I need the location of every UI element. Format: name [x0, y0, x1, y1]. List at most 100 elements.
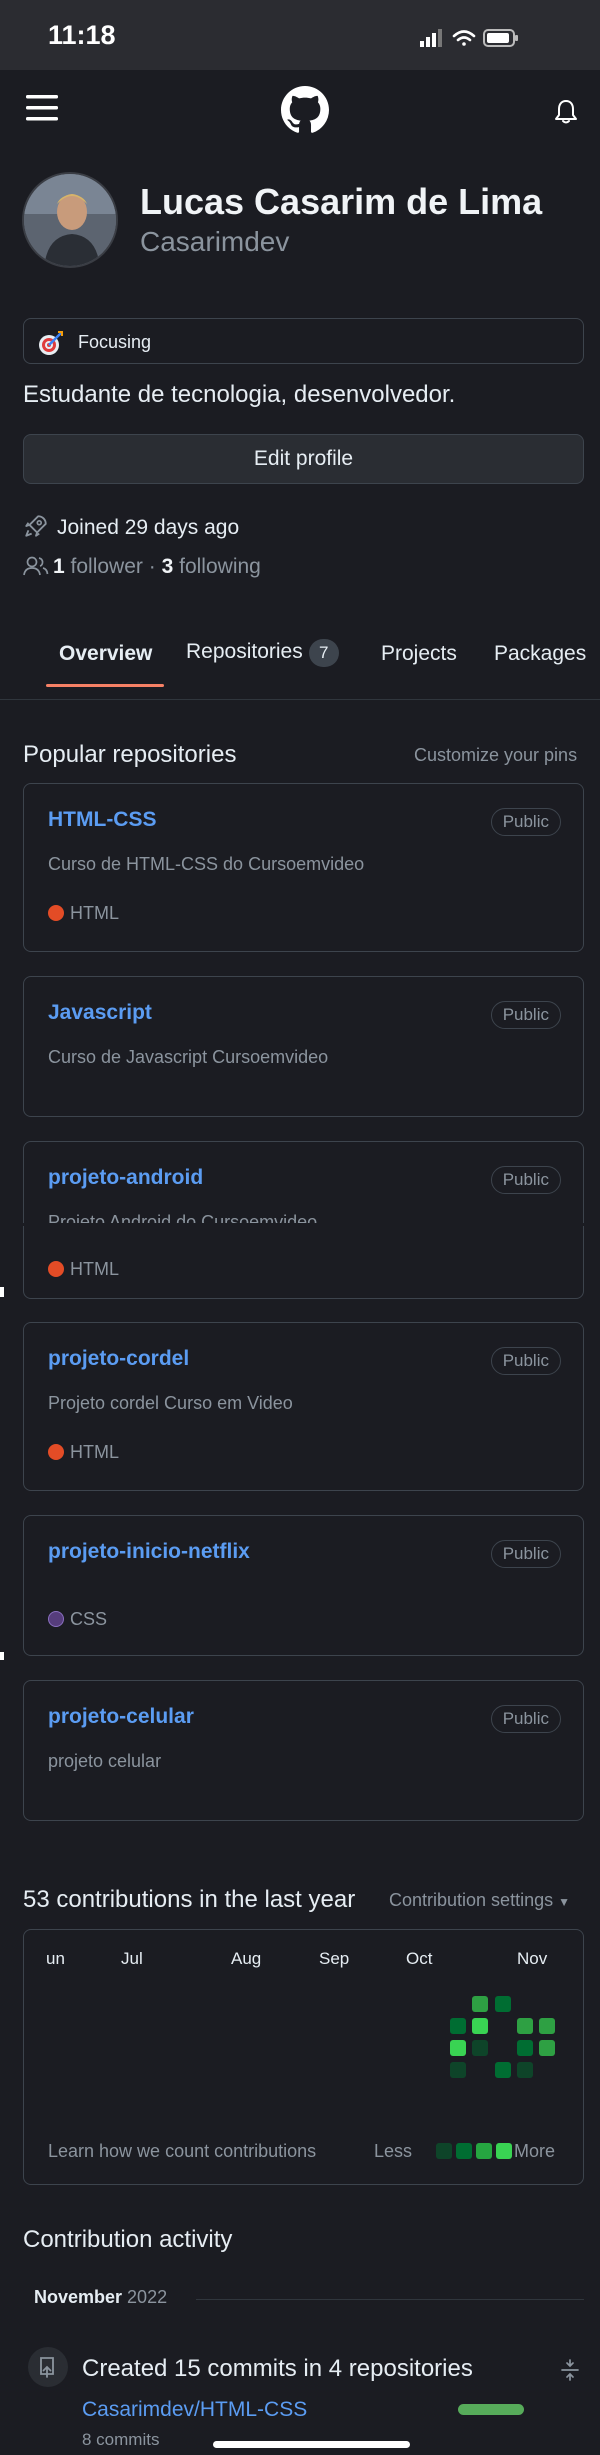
- edit-profile-button[interactable]: Edit profile: [23, 434, 584, 484]
- repo-name[interactable]: projeto-inicio-netflix: [48, 1540, 250, 1564]
- timeline-year: 2022: [127, 2287, 168, 2307]
- contribution-cell[interactable]: [517, 2018, 533, 2034]
- menu-icon[interactable]: [26, 93, 58, 123]
- contribution-cell[interactable]: [517, 2062, 533, 2078]
- profile-username: Casarimdev: [140, 226, 290, 257]
- contribution-cell[interactable]: [450, 2040, 466, 2056]
- contribution-cell[interactable]: [539, 2018, 555, 2034]
- legend-cell: [456, 2143, 472, 2159]
- screen-edge-artifact: [0, 1287, 4, 1297]
- event-commit-count: 8 commits: [82, 2430, 160, 2449]
- contribution-cell[interactable]: [450, 2062, 466, 2078]
- learn-contributions-link[interactable]: Learn how we count contributions: [48, 2141, 316, 2162]
- following-label: following: [179, 555, 261, 578]
- language-color-dot: [48, 1444, 64, 1460]
- repo-card[interactable]: HTML-CSS Public Curso de HTML-CSS do Cur…: [23, 783, 584, 952]
- tab-repositories[interactable]: Repositories 7: [186, 639, 339, 667]
- status-icons: [420, 29, 518, 47]
- repo-name[interactable]: projeto-cordel: [48, 1347, 189, 1371]
- contribution-activity-title: Contribution activity: [23, 2226, 233, 2253]
- month-label: Nov: [517, 1949, 548, 1968]
- bell-icon[interactable]: [554, 99, 578, 125]
- repo-name[interactable]: projeto-android: [48, 1166, 203, 1190]
- contribution-graph: un Jul Aug Sep Oct Nov Learn how we coun…: [23, 1929, 584, 2185]
- month-label: Oct: [406, 1949, 433, 1968]
- event-icon-badge: [28, 2347, 68, 2387]
- month-label: Jul: [121, 1949, 143, 1968]
- legend-cell: [496, 2143, 512, 2159]
- repo-push-icon: [40, 2357, 54, 2378]
- popular-repos-title: Popular repositories: [23, 741, 237, 768]
- profile-tabs: Overview Repositories 7 Projects Packages: [0, 622, 600, 700]
- signal-icon: [420, 29, 442, 47]
- month-label: Aug: [231, 1949, 262, 1968]
- home-indicator[interactable]: [213, 2441, 410, 2448]
- contributions-title: 53 contributions in the last year: [23, 1886, 356, 1913]
- top-navigation: [0, 70, 600, 150]
- repo-language: HTML: [48, 1259, 119, 1280]
- avatar[interactable]: [22, 172, 118, 268]
- timeline-month: November 2022: [34, 2287, 167, 2308]
- dart-target-icon: [39, 331, 63, 355]
- repo-language: HTML: [48, 903, 119, 924]
- language-name: HTML: [70, 1259, 119, 1279]
- repo-card[interactable]: projeto-inicio-netflix Public CSS: [23, 1515, 584, 1656]
- battery-icon: [483, 29, 518, 47]
- joined-text: Joined 29 days ago: [57, 516, 240, 539]
- contribution-settings-dropdown[interactable]: Contribution settings ▼: [389, 1890, 570, 1911]
- repositories-count: 7: [308, 639, 339, 667]
- repo-description: projeto celular: [48, 1751, 162, 1771]
- scroll-seam: [0, 1223, 600, 1226]
- event-title: Created 15 commits in 4 repositories: [82, 2355, 473, 2382]
- repo-card[interactable]: Javascript Public Curso de Javascript Cu…: [23, 976, 584, 1117]
- follow-info: 1 follower · 3 following: [23, 555, 261, 579]
- contribution-settings-label: Contribution settings: [389, 1890, 554, 1910]
- contribution-cell[interactable]: [517, 2040, 533, 2056]
- repo-card[interactable]: projeto-cordel Public Projeto cordel Cur…: [23, 1322, 584, 1491]
- tab-projects[interactable]: Projects: [381, 642, 457, 666]
- repo-card[interactable]: projeto-android Public Projeto Android d…: [23, 1141, 584, 1299]
- repo-description: Projeto cordel Curso em Video: [48, 1393, 293, 1413]
- following-count: 3: [161, 555, 174, 578]
- repo-description: Curso de HTML-CSS do Cursoemvideo: [48, 854, 365, 874]
- visibility-badge: Public: [490, 1540, 561, 1568]
- contribution-cell[interactable]: [472, 2040, 488, 2056]
- commit-progress-bar: [458, 2404, 524, 2415]
- tab-overview[interactable]: Overview: [59, 642, 152, 666]
- profile-bio: Estudante de tecnologia, desenvolvedor.: [23, 381, 456, 408]
- language-color-dot: [48, 1261, 64, 1277]
- repo-card[interactable]: projeto-celular Public projeto celular: [23, 1680, 584, 1821]
- status-bar: 11:18: [0, 0, 600, 70]
- visibility-badge: Public: [490, 1347, 561, 1375]
- event-repo-link[interactable]: Casarimdev/HTML-CSS: [82, 2398, 307, 2422]
- language-color-dot: [48, 1611, 64, 1627]
- contribution-cell[interactable]: [472, 2018, 488, 2034]
- joined-info: Joined 29 days ago: [23, 513, 239, 540]
- contribution-cell[interactable]: [495, 1996, 511, 2012]
- month-label: Sep: [319, 1949, 350, 1968]
- legend-cell: [436, 2143, 452, 2159]
- contribution-cell[interactable]: [472, 1996, 488, 2012]
- following-link[interactable]: 3 following: [162, 555, 261, 578]
- repo-language: CSS: [48, 1609, 107, 1630]
- rocket-icon: [25, 515, 47, 537]
- repo-name[interactable]: projeto-celular: [48, 1705, 194, 1729]
- followers-count: 1: [53, 555, 65, 578]
- customize-pins-link[interactable]: Customize your pins: [414, 745, 577, 766]
- contribution-cell[interactable]: [495, 2062, 511, 2078]
- visibility-badge: Public: [490, 808, 561, 836]
- repo-name[interactable]: Javascript: [48, 1001, 152, 1025]
- followers-link[interactable]: 1 follower: [53, 555, 143, 578]
- repo-language: HTML: [48, 1442, 119, 1463]
- legend-less-label: Less: [374, 2141, 413, 2161]
- avatar-photo: [24, 174, 116, 266]
- status-text: Focusing: [78, 332, 152, 352]
- contribution-cell[interactable]: [450, 2018, 466, 2034]
- fold-icon[interactable]: [558, 2358, 582, 2382]
- tab-packages[interactable]: Packages: [494, 642, 586, 666]
- contribution-cell[interactable]: [539, 2040, 555, 2056]
- github-logo-icon[interactable]: [281, 86, 329, 134]
- user-status[interactable]: Focusing: [23, 318, 584, 364]
- tab-repositories-label: Repositories: [186, 640, 303, 663]
- repo-name[interactable]: HTML-CSS: [48, 808, 157, 832]
